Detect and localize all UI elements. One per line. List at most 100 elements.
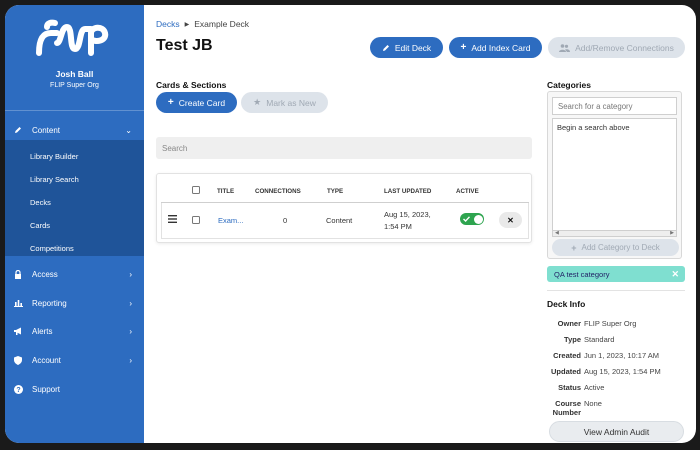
sidebar-item-access[interactable]: Access › [5, 263, 144, 285]
flip-logo[interactable] [33, 19, 115, 59]
sidebar-item-label: Reporting [32, 298, 67, 308]
user-name: Josh Ball [55, 69, 94, 79]
page-title: Test JB [156, 37, 213, 54]
column-header-title[interactable]: TITLE [217, 188, 234, 195]
add-category-button[interactable]: + Add Category to Deck [552, 239, 679, 256]
star-icon: ★ [253, 97, 262, 107]
user-org: FLIP Super Org [50, 82, 99, 89]
category-list-scrollbar[interactable]: ◀ ▶ [552, 230, 677, 237]
content-submenu: Library Builder Library Search Decks Car… [5, 140, 144, 256]
info-value: Active [584, 383, 605, 392]
deck-info-type: Type Standard [547, 335, 696, 344]
sidebar-item-label: Access [32, 269, 58, 279]
mark-as-new-button[interactable]: ★ Mark as New [241, 92, 328, 113]
chevron-down-icon: ⌄ [125, 125, 132, 135]
sidebar-item-label: Account [32, 355, 61, 365]
category-results-list: Begin a search above [552, 118, 677, 231]
row-checkbox[interactable] [192, 216, 200, 224]
scroll-right-icon[interactable]: ▶ [670, 230, 674, 236]
sidebar-item-label: Alerts [32, 326, 53, 336]
app-window: Josh Ball FLIP Super Org Content ⌄ Libra… [5, 5, 696, 443]
breadcrumb: Decks ▶ Example Deck [156, 19, 249, 29]
chevron-right-icon: › [129, 326, 132, 336]
view-admin-audit-button[interactable]: View Admin Audit [549, 421, 684, 442]
pencil-icon [382, 44, 390, 52]
caret-right-icon: ▶ [184, 21, 190, 28]
submenu-library-search[interactable]: Library Search [30, 175, 79, 184]
breadcrumb-decks-link[interactable]: Decks [156, 19, 180, 29]
edit-deck-label: Edit Deck [394, 42, 432, 53]
create-card-label: Create Card [178, 97, 226, 108]
lock-icon [13, 269, 23, 279]
sidebar-item-label: Support [32, 384, 61, 394]
scroll-left-icon[interactable]: ◀ [555, 230, 559, 236]
submenu-decks[interactable]: Decks [30, 198, 51, 207]
deck-info-owner: Owner FLIP Super Org [547, 319, 696, 328]
category-search-input[interactable]: Search for a category [552, 97, 677, 115]
card-connections: 0 [283, 216, 288, 225]
info-key: Created [553, 351, 581, 360]
cards-search-input[interactable]: Search [156, 137, 532, 159]
add-index-card-button[interactable]: + Add Index Card [449, 37, 542, 58]
categories-box: Search for a category Begin a search abo… [547, 91, 682, 259]
column-header-connections[interactable]: CONNECTIONS [255, 188, 301, 195]
column-header-type[interactable]: TYPE [327, 188, 343, 195]
add-category-label: Add Category to Deck [581, 243, 660, 252]
category-tag: QA test category ✕ [547, 266, 685, 282]
submenu-competitions[interactable]: Competitions [30, 244, 74, 253]
sidebar-item-alerts[interactable]: Alerts › [5, 320, 144, 342]
chevron-right-icon: › [129, 298, 132, 308]
bar-chart-icon [13, 299, 23, 307]
info-key: Owner [557, 319, 581, 328]
sidebar-item-reporting[interactable]: Reporting › [5, 292, 144, 314]
drag-handle-icon[interactable] [168, 215, 177, 223]
close-icon: ✕ [507, 215, 514, 225]
shield-icon [13, 355, 23, 365]
chevron-right-icon: › [129, 355, 132, 365]
remove-tag-icon[interactable]: ✕ [671, 269, 679, 280]
info-key: Type [564, 335, 581, 344]
active-toggle[interactable] [460, 213, 484, 225]
sidebar-item-label: Content [32, 125, 61, 135]
divider [547, 290, 685, 291]
card-last-updated-date: Aug 15, 2023, [384, 210, 431, 219]
main-content: Decks ▶ Example Deck Test JB Edit Deck +… [144, 5, 696, 443]
deck-info-created: Created Jun 1, 2023, 10:17 AM [547, 351, 696, 360]
view-admin-audit-label: View Admin Audit [583, 426, 650, 437]
column-header-active[interactable]: ACTIVE [456, 188, 479, 195]
search-placeholder: Search [162, 143, 188, 153]
edit-deck-button[interactable]: Edit Deck [370, 37, 443, 58]
card-type: Content [326, 216, 353, 225]
info-key: Status [558, 383, 581, 392]
deck-info-title: Deck Info [547, 299, 586, 309]
sidebar-item-account[interactable]: Account › [5, 349, 144, 371]
info-value: Aug 15, 2023, 1:54 PM [584, 367, 661, 376]
info-key: Course Number [552, 399, 581, 417]
cards-table: TITLE CONNECTIONS TYPE LAST UPDATED ACTI… [156, 173, 532, 243]
sidebar-item-content[interactable]: Content ⌄ [5, 119, 144, 141]
info-value: FLIP Super Org [584, 319, 637, 328]
mark-as-new-label: Mark as New [266, 97, 316, 108]
table-row: Exam... 0 Content Aug 15, 2023, 1:54 PM … [161, 203, 529, 239]
categories-title: Categories [547, 80, 591, 90]
card-title-link[interactable]: Exam... [218, 216, 243, 225]
question-icon: ? [13, 384, 23, 394]
plus-icon: + [167, 97, 174, 108]
window-frame: Josh Ball FLIP Super Org Content ⌄ Libra… [0, 0, 700, 450]
info-value: Standard [584, 335, 615, 344]
sidebar-divider [5, 110, 144, 111]
svg-text:?: ? [16, 387, 20, 394]
info-value: None [584, 399, 602, 408]
sidebar: Josh Ball FLIP Super Org Content ⌄ Libra… [5, 5, 144, 443]
submenu-library-builder[interactable]: Library Builder [30, 152, 78, 161]
create-card-button[interactable]: + Create Card [156, 92, 237, 113]
select-all-checkbox[interactable] [192, 186, 200, 194]
plus-icon: + [460, 42, 467, 53]
remove-card-button[interactable]: ✕ [499, 212, 522, 228]
column-header-last-updated[interactable]: LAST UPDATED [384, 188, 431, 195]
sidebar-item-support[interactable]: ? Support [5, 378, 144, 400]
deck-info-updated: Updated Aug 15, 2023, 1:54 PM [547, 367, 696, 376]
submenu-cards[interactable]: Cards [30, 221, 50, 230]
breadcrumb-current: Example Deck [194, 19, 250, 29]
toggle-knob [473, 214, 483, 224]
